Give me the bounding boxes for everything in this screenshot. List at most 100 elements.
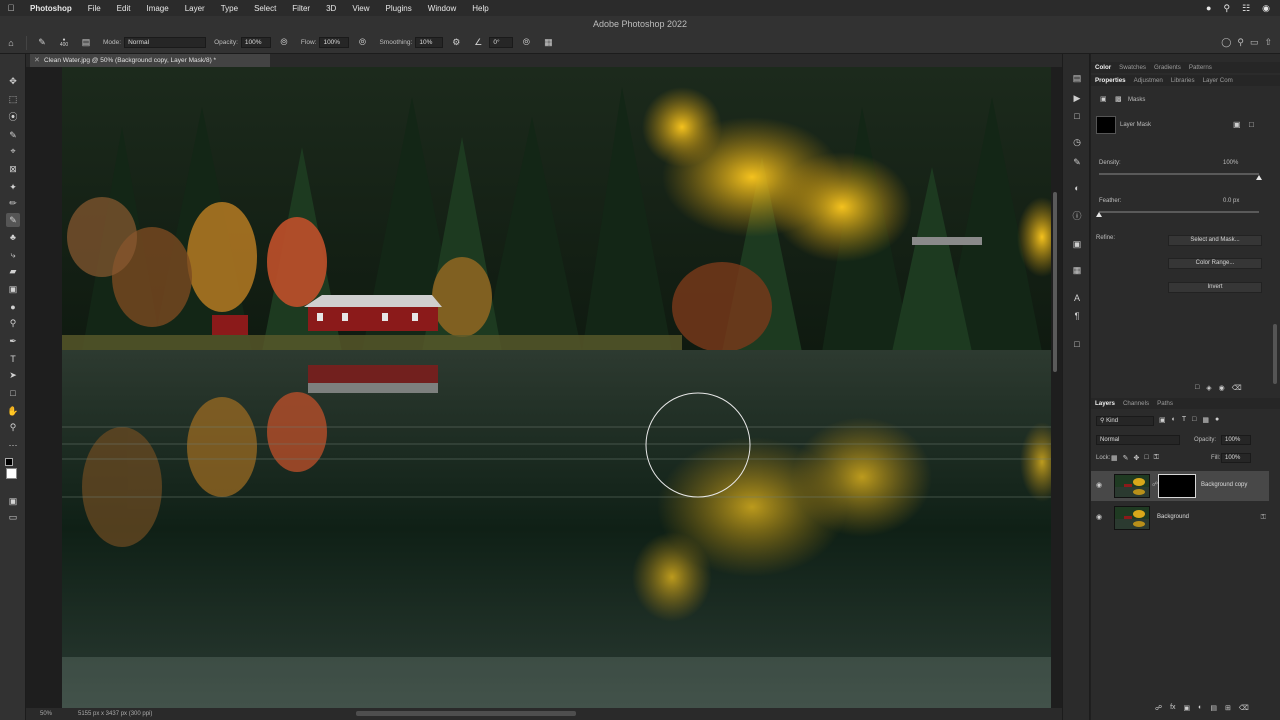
quick-mask-icon[interactable]: ▣: [6, 494, 20, 508]
vector-mask-icon[interactable]: ▩: [1115, 95, 1122, 103]
screen-record-icon[interactable]: ●: [1206, 3, 1211, 14]
layer-name[interactable]: Background copy: [1201, 482, 1247, 488]
add-mask-icon[interactable]: ▣: [1184, 704, 1191, 712]
clone-stamp-tool-icon[interactable]: ♣: [6, 230, 20, 244]
new-adjustment-icon[interactable]: ◐: [1198, 704, 1202, 712]
select-and-mask-button[interactable]: Select and Mask...: [1168, 235, 1262, 246]
styles-panel-icon[interactable]: □: [1071, 338, 1083, 350]
marquee-tool-icon[interactable]: ⬚: [6, 92, 20, 106]
menu-3d[interactable]: 3D: [318, 4, 344, 13]
density-slider-handle[interactable]: [1256, 175, 1262, 180]
control-center-icon[interactable]: ☷: [1242, 3, 1250, 14]
home-icon[interactable]: ⌂: [4, 36, 18, 50]
paragraph-panel-icon[interactable]: ¶: [1071, 310, 1083, 322]
menu-type[interactable]: Type: [213, 4, 246, 13]
select-vector-mask-icon[interactable]: □: [1249, 120, 1254, 129]
tab-color[interactable]: Color: [1091, 64, 1115, 71]
document-canvas-image[interactable]: [62, 67, 1051, 708]
dodge-tool-icon[interactable]: ⚲: [6, 316, 20, 330]
history-clock-icon[interactable]: ◷: [1071, 136, 1083, 148]
character-panel-icon[interactable]: A: [1071, 292, 1083, 304]
menu-filter[interactable]: Filter: [284, 4, 318, 13]
new-group-icon[interactable]: ▤: [1210, 704, 1217, 712]
layer-filter-kind[interactable]: ⚲ Kind: [1096, 416, 1154, 426]
brush-tool-icon[interactable]: ✎: [6, 213, 20, 227]
pressure-size-icon[interactable]: ⦾: [519, 36, 533, 50]
density-value[interactable]: 100%: [1223, 160, 1238, 166]
filter-type-icon[interactable]: T: [1182, 416, 1186, 424]
menu-view[interactable]: View: [344, 4, 377, 13]
symmetry-icon[interactable]: ▦: [541, 36, 555, 50]
pressure-opacity-icon[interactable]: ⦾: [277, 36, 291, 50]
hand-tool-icon[interactable]: ✋: [6, 404, 20, 418]
tab-gradients[interactable]: Gradients: [1150, 64, 1185, 71]
load-selection-icon[interactable]: □: [1195, 384, 1199, 392]
navigator-panel-icon[interactable]: ▣: [1071, 238, 1083, 250]
layer-style-icon[interactable]: fx: [1170, 704, 1175, 712]
close-tab-icon[interactable]: ✕: [34, 54, 40, 67]
feather-value[interactable]: 0.0 px: [1223, 198, 1239, 204]
menu-file[interactable]: File: [80, 4, 109, 13]
rectangle-tool-icon[interactable]: □: [6, 386, 20, 400]
apple-menu-icon[interactable]: : [0, 3, 22, 13]
screen-mode-icon[interactable]: ▭: [6, 510, 20, 524]
lasso-tool-icon[interactable]: ⦿: [6, 110, 20, 124]
eraser-tool-icon[interactable]: ▰: [6, 264, 20, 278]
history-panel-icon[interactable]: ▤: [1071, 72, 1083, 84]
tab-layer-comps[interactable]: Layer Com: [1199, 77, 1237, 84]
brushes-panel-icon[interactable]: ✎: [1071, 156, 1083, 168]
healing-brush-tool-icon[interactable]: ✏: [6, 196, 20, 210]
eyedropper-tool-icon[interactable]: ✦: [6, 180, 20, 194]
tab-properties[interactable]: Properties: [1091, 77, 1130, 84]
airbrush-icon[interactable]: ⦾: [355, 36, 369, 50]
info-panel-icon[interactable]: ⓘ: [1071, 210, 1083, 222]
zoom-level[interactable]: 50%: [40, 708, 52, 720]
menu-select[interactable]: Select: [246, 4, 284, 13]
blend-mode-select[interactable]: Normal: [1096, 435, 1180, 445]
fill-field[interactable]: 100%: [1221, 453, 1251, 463]
angle-field[interactable]: 0°: [489, 37, 514, 48]
document-tab[interactable]: ✕ Clean Water.jpg @ 50% (Background copy…: [30, 54, 270, 67]
layer-row[interactable]: ◉ Background ⚿: [1091, 503, 1269, 533]
filter-smart-object-icon[interactable]: ▦: [1202, 416, 1209, 424]
actions-panel-icon[interactable]: ▶: [1071, 92, 1083, 104]
brush-settings-icon[interactable]: ▤: [79, 36, 93, 50]
panel-scrollbar[interactable]: [1273, 324, 1277, 384]
path-selection-tool-icon[interactable]: ➤: [6, 368, 20, 382]
disable-mask-icon[interactable]: ◉: [1219, 384, 1225, 392]
delete-layer-icon[interactable]: ⌫: [1239, 704, 1249, 712]
filter-shape-icon[interactable]: □: [1192, 416, 1196, 424]
menu-help[interactable]: Help: [464, 4, 496, 13]
menu-image[interactable]: Image: [138, 4, 176, 13]
comments-panel-icon[interactable]: □: [1071, 110, 1083, 122]
share-button-icon[interactable]: ⇧: [1264, 37, 1272, 48]
history-brush-tool-icon[interactable]: ⤷: [6, 248, 20, 262]
visibility-eye-icon[interactable]: ◉: [1096, 513, 1102, 521]
zoom-tool-icon[interactable]: ⚲: [6, 420, 20, 434]
apply-mask-icon[interactable]: ◈: [1206, 384, 1211, 392]
workspace-icon[interactable]: ▭: [1250, 37, 1259, 48]
invert-button[interactable]: Invert: [1168, 282, 1262, 293]
search-icon[interactable]: ⚲: [1237, 37, 1244, 48]
brush-tool-icon[interactable]: ✎: [35, 36, 49, 50]
smoothing-options-icon[interactable]: ⚙: [449, 36, 463, 50]
brush-preset-picker[interactable]: ● 400: [57, 36, 71, 50]
pen-tool-icon[interactable]: ✒: [6, 334, 20, 348]
crop-tool-icon[interactable]: ⌖: [6, 144, 20, 158]
tab-channels[interactable]: Channels: [1119, 400, 1153, 407]
new-layer-icon[interactable]: ⊞: [1225, 704, 1231, 712]
tab-adjustments[interactable]: Adjustmen: [1130, 77, 1167, 84]
menu-layer[interactable]: Layer: [177, 4, 213, 13]
tab-patterns[interactable]: Patterns: [1185, 64, 1216, 71]
gradient-tool-icon[interactable]: ▣: [6, 282, 20, 296]
link-layers-icon[interactable]: ☍: [1155, 704, 1162, 712]
mode-select[interactable]: Normal: [124, 37, 207, 48]
layer-opacity-field[interactable]: 100%: [1221, 435, 1251, 445]
pixel-mask-icon[interactable]: ▣: [1100, 95, 1107, 103]
tab-paths[interactable]: Paths: [1153, 400, 1177, 407]
delete-mask-icon[interactable]: ⌫: [1232, 384, 1242, 392]
search-icon[interactable]: ⚲: [1223, 3, 1230, 14]
density-slider[interactable]: [1099, 173, 1259, 175]
feather-slider[interactable]: [1099, 211, 1259, 213]
menu-photoshop[interactable]: Photoshop: [22, 4, 80, 13]
